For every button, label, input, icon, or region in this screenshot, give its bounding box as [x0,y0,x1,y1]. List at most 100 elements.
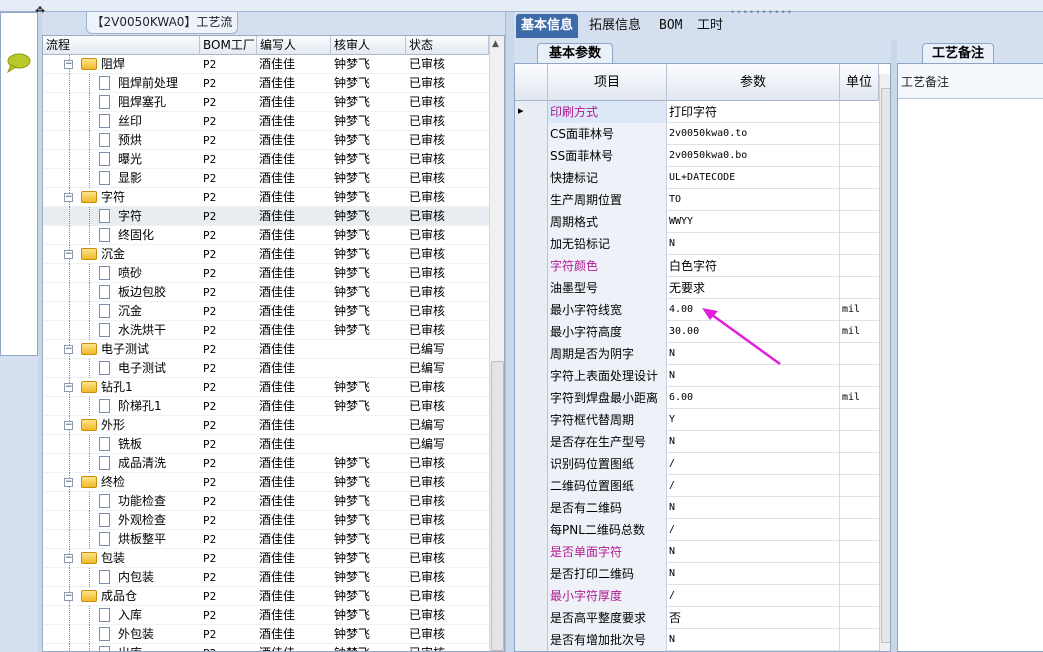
row-indicator[interactable] [515,299,548,321]
tree-row[interactable]: 阻焊前处理 P2 酒佳佳 钟梦飞 已审核 [43,74,489,93]
param-value[interactable]: / [667,475,840,497]
tree-row[interactable]: 铣板 P2 酒佳佳 已编写 [43,435,489,454]
tree-row[interactable]: 阻焊塞孔 P2 酒佳佳 钟梦飞 已审核 [43,93,489,112]
tree-row[interactable]: 出库 P2 酒佳佳 钟梦飞 已审核 [43,644,489,651]
param-col-header[interactable]: 项目 [548,64,667,101]
tree-row[interactable]: 内包装 P2 酒佳佳 钟梦飞 已审核 [43,568,489,587]
expand-icon[interactable]: − [64,478,73,487]
param-row[interactable]: 加无铅标记 N [515,233,879,255]
row-indicator[interactable] [515,497,548,519]
row-indicator[interactable] [515,607,548,629]
param-row[interactable]: 最小字符厚度 / [515,585,879,607]
param-row[interactable]: 生产周期位置 TO [515,189,879,211]
row-indicator[interactable] [515,167,548,189]
expand-icon[interactable]: − [64,383,73,392]
param-row[interactable]: 字符颜色 白色字符 [515,255,879,277]
tree-row[interactable]: − 电子测试 P2 酒佳佳 已编写 [43,340,489,359]
param-value[interactable]: / [667,519,840,541]
row-indicator[interactable] [515,409,548,431]
expand-icon[interactable]: − [64,592,73,601]
param-row[interactable]: 字符框代替周期 Y [515,409,879,431]
process-flow-tab[interactable]: 【2V0050KWA0】工艺流程 [86,12,238,49]
param-value[interactable]: N [667,497,840,519]
subtab-basic-params[interactable]: 基本参数 [537,43,613,63]
param-value[interactable]: 无要求 [667,277,840,299]
row-indicator[interactable] [515,211,548,233]
row-indicator[interactable] [515,123,548,145]
param-value[interactable]: 打印字符 [667,101,840,123]
tab-3[interactable]: 工时 [692,14,728,38]
row-indicator[interactable] [515,343,548,365]
tree-row[interactable]: 字符 P2 酒佳佳 钟梦飞 已审核 [43,207,489,226]
param-row[interactable]: 二维码位置图纸 / [515,475,879,497]
param-value[interactable]: N [667,563,840,585]
row-indicator[interactable] [515,431,548,453]
row-indicator[interactable]: ▸ [515,101,548,123]
expand-icon[interactable]: − [64,554,73,563]
tree-row[interactable]: 沉金 P2 酒佳佳 钟梦飞 已审核 [43,302,489,321]
row-indicator[interactable] [515,189,548,211]
param-row[interactable]: 是否单面字符 N [515,541,879,563]
row-indicator[interactable] [515,277,548,299]
param-value[interactable]: Y [667,409,840,431]
tree-row[interactable]: 功能检查 P2 酒佳佳 钟梦飞 已审核 [43,492,489,511]
tree-row[interactable]: 板边包胶 P2 酒佳佳 钟梦飞 已审核 [43,283,489,302]
row-indicator[interactable] [515,255,548,277]
tab-2[interactable]: BOM [654,14,687,38]
param-row[interactable]: 是否有二维码 N [515,497,879,519]
scroll-thumb[interactable] [491,361,504,651]
param-value[interactable]: / [667,585,840,607]
param-value[interactable]: 否 [667,607,840,629]
param-row[interactable]: 周期格式 WWYY [515,211,879,233]
param-value[interactable]: TO [667,189,840,211]
tree-row[interactable]: − 钻孔1 P2 酒佳佳 钟梦飞 已审核 [43,378,489,397]
param-value[interactable]: 2v0050kwa0.bo [667,145,840,167]
tab-1[interactable]: 拓展信息 [584,14,646,38]
row-indicator[interactable] [515,365,548,387]
row-indicator[interactable] [515,563,548,585]
row-indicator[interactable] [515,629,548,651]
param-value[interactable]: N [667,233,840,255]
param-value[interactable]: 2v0050kwa0.to [667,123,840,145]
tree-row[interactable]: − 阻焊 P2 酒佳佳 钟梦飞 已审核 [43,55,489,74]
tree-row[interactable]: 水洗烘干 P2 酒佳佳 钟梦飞 已审核 [43,321,489,340]
tree-row[interactable]: 终固化 P2 酒佳佳 钟梦飞 已审核 [43,226,489,245]
param-scroll-thumb[interactable] [881,88,890,643]
param-value[interactable]: UL+DATECODE [667,167,840,189]
tree-row[interactable]: 外包装 P2 酒佳佳 钟梦飞 已审核 [43,625,489,644]
grid-scrollbar[interactable]: ▲ [489,36,504,651]
tree-row[interactable]: 喷砂 P2 酒佳佳 钟梦飞 已审核 [43,264,489,283]
row-indicator[interactable] [515,541,548,563]
middle-splitter[interactable] [505,12,514,652]
param-row[interactable]: 是否高平整度要求否 [515,607,879,629]
tree-row[interactable]: 烘板整平 P2 酒佳佳 钟梦飞 已审核 [43,530,489,549]
param-col-header[interactable]: 参数 [667,64,840,101]
param-value[interactable]: N [667,629,840,651]
param-row[interactable]: 字符到焊盘最小距离 6.00 mil [515,387,879,409]
tree-row[interactable]: 外观检查 P2 酒佳佳 钟梦飞 已审核 [43,511,489,530]
grid-col-header[interactable]: 状态 [406,36,489,55]
tree-row[interactable]: 入库 P2 酒佳佳 钟梦飞 已审核 [43,606,489,625]
chat-bubble-icon[interactable] [5,52,31,74]
tab-0[interactable]: 基本信息 [516,14,579,38]
tree-row[interactable]: − 沉金 P2 酒佳佳 钟梦飞 已审核 [43,245,489,264]
param-row[interactable]: CS面菲林号 2v0050kwa0.to [515,123,879,145]
param-row[interactable]: 是否存在生产型号 N [515,431,879,453]
tree-row[interactable]: 显影 P2 酒佳佳 钟梦飞 已审核 [43,169,489,188]
grid-col-header[interactable]: 核审人 [331,36,406,55]
tree-row[interactable]: − 外形 P2 酒佳佳 已编写 [43,416,489,435]
row-indicator[interactable] [515,387,548,409]
param-value[interactable]: N [667,431,840,453]
row-indicator[interactable] [515,233,548,255]
expand-icon[interactable]: − [64,250,73,259]
expand-icon[interactable]: − [64,345,73,354]
scroll-up-icon[interactable]: ▲ [492,39,499,49]
expand-icon[interactable]: − [64,60,73,69]
param-value[interactable]: 6.00 [667,387,840,409]
tree-row[interactable]: 电子测试 P2 酒佳佳 已编写 [43,359,489,378]
param-row[interactable]: ▸ 印刷方式 打印字符 [515,101,879,123]
param-col-header[interactable]: 单位 [840,64,879,101]
tree-row[interactable]: − 包装 P2 酒佳佳 钟梦飞 已审核 [43,549,489,568]
param-row[interactable]: 识别码位置图纸 / [515,453,879,475]
tree-row[interactable]: 预烘 P2 酒佳佳 钟梦飞 已审核 [43,131,489,150]
